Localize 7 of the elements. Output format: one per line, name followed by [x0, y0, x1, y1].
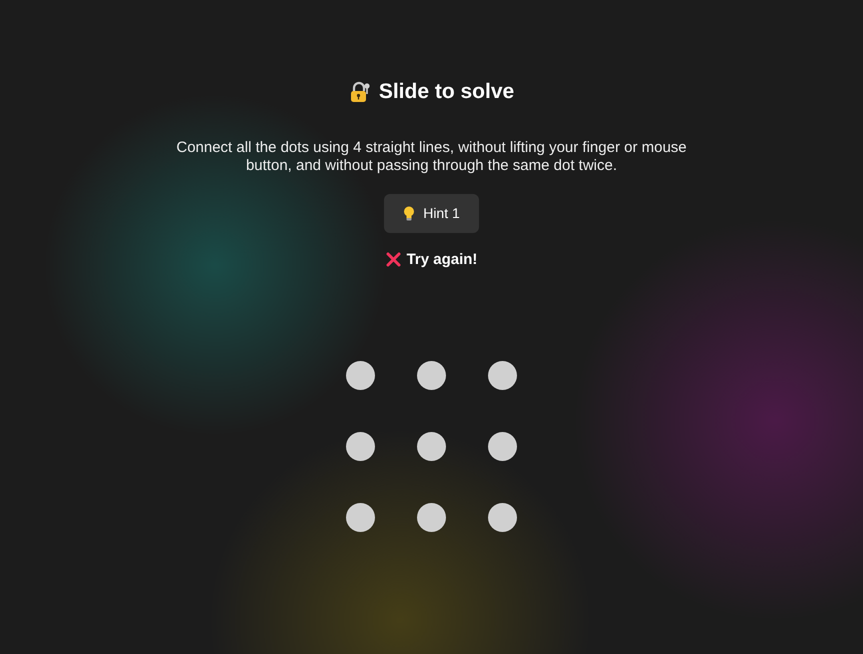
- page-title: Slide to solve: [378, 79, 514, 105]
- cross-icon: [386, 252, 401, 268]
- hint-button[interactable]: Hint 1: [384, 194, 479, 232]
- lock-with-key-icon: [348, 80, 371, 103]
- instructions-text: Connect all the dots using 4 straight lines, without lifting your finger or mouse button, and without passing through the same dot twice.: [175, 138, 688, 174]
- status-message: Try again!: [406, 250, 478, 270]
- lightbulb-icon: [403, 206, 416, 220]
